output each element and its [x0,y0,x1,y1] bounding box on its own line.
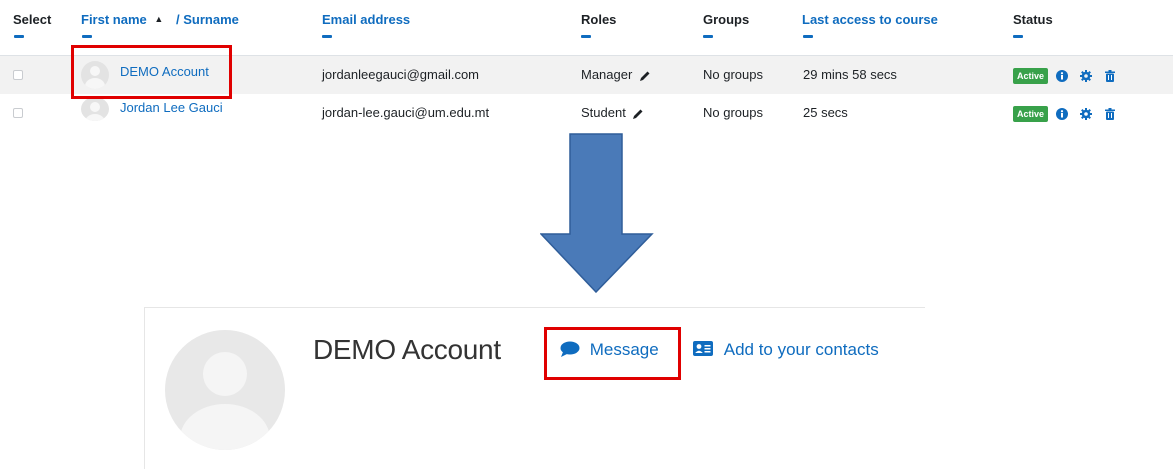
collapse-last-access-icon[interactable] [803,35,813,38]
column-header-first-name[interactable]: First name ▲ [81,12,163,27]
add-to-contacts-button[interactable]: Add to your contacts [693,340,879,360]
first-name-sort-link[interactable]: First name [81,12,147,27]
gear-icon[interactable] [1080,107,1093,120]
status-badge: Active [1013,105,1049,122]
column-header-groups: Groups [703,12,750,27]
column-header-status: Status [1013,12,1053,27]
user-groups: No groups [703,67,763,82]
info-icon[interactable] [1055,107,1068,120]
column-header-select: Select [13,12,52,27]
status-cell: Active [1013,56,1115,94]
avatar[interactable] [81,97,109,121]
address-card-icon [693,341,713,356]
column-header-surname[interactable]: / Surname [176,12,239,27]
add-to-contacts-label[interactable]: Add to your contacts [724,340,879,359]
status-cell: Active [1013,94,1115,132]
user-groups: No groups [703,105,763,120]
user-email: jordanleegauci@gmail.com [322,67,479,82]
user-role: Student [581,94,644,132]
column-header-email[interactable]: Email address [322,12,410,27]
role-label: Student [581,105,626,120]
highlight-box-message [544,327,681,380]
row-select-checkbox[interactable] [13,70,23,80]
collapse-name-icon[interactable] [82,35,92,38]
trash-icon[interactable] [1104,107,1115,120]
table-row: Jordan Lee Gauci jordan-lee.gauci@um.edu… [0,94,1173,132]
status-badge: Active [1013,67,1049,84]
down-arrow [540,133,654,293]
collapse-groups-icon[interactable] [703,35,713,38]
column-header-last-access[interactable]: Last access to course [802,12,938,27]
user-last-access: 29 mins 58 secs [803,67,897,82]
row-select-checkbox[interactable] [13,108,23,118]
user-last-access: 25 secs [803,105,848,120]
user-name-link[interactable]: Jordan Lee Gauci [120,94,223,132]
trash-icon[interactable] [1104,69,1115,82]
gear-icon[interactable] [1080,69,1093,82]
pencil-icon[interactable] [639,70,651,82]
profile-avatar [165,330,285,450]
pencil-icon[interactable] [632,108,644,120]
user-role: Manager [581,56,651,94]
collapse-select-icon[interactable] [14,35,24,38]
column-header-roles: Roles [581,12,617,27]
collapse-status-icon[interactable] [1013,35,1023,38]
role-label: Manager [581,67,633,82]
collapse-roles-icon[interactable] [581,35,591,38]
profile-name: DEMO Account [313,334,501,365]
sort-ascending-icon: ▲ [154,14,164,24]
user-email: jordan-lee.gauci@um.edu.mt [322,105,490,120]
collapse-email-icon[interactable] [322,35,332,38]
highlight-box-user-name [71,45,232,99]
info-icon[interactable] [1055,69,1068,82]
